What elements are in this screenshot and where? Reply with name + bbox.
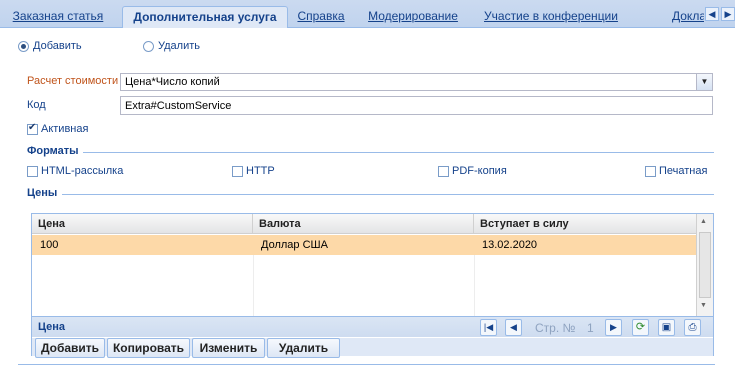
tab-conference[interactable]: Участие в конференции (484, 6, 618, 28)
format-http-checkbox[interactable]: HTTP (232, 165, 275, 177)
checkbox-checked-icon[interactable] (27, 122, 38, 135)
prev-page-icon[interactable]: ◀ (505, 319, 522, 336)
tab-report[interactable]: Доклад (672, 6, 704, 28)
tab-reference[interactable]: Справка (296, 6, 346, 28)
scroll-up-icon[interactable]: ▲ (700, 218, 707, 225)
page-number: 1 (587, 321, 594, 335)
print-icon[interactable]: ⎙ (684, 319, 701, 336)
prices-section-title: Цены (27, 187, 58, 199)
active-checkbox[interactable]: Активная (27, 122, 89, 135)
format-print-checkbox[interactable]: Печатная (645, 165, 707, 177)
checkbox-icon[interactable] (438, 165, 449, 177)
chevron-left-icon[interactable]: ◀ (705, 7, 719, 21)
cell-effective-date: 13.02.2020 (482, 239, 538, 251)
prices-grid: Цена Валюта Вступает в силу 100 Доллар С… (31, 213, 714, 358)
panel-bottom-divider (18, 364, 715, 365)
chevron-down-icon[interactable]: ▼ (696, 74, 712, 90)
copy-price-button[interactable]: Копировать (107, 338, 190, 358)
tab-label: Справка (297, 9, 345, 23)
format-pdf-checkbox[interactable]: PDF-копия (438, 165, 507, 177)
column-header-price[interactable]: Цена (32, 214, 253, 234)
radio-delete-label: Удалить (158, 40, 200, 52)
format-label: HTML-рассылка (41, 165, 124, 177)
column-header-currency[interactable]: Валюта (253, 214, 474, 234)
next-page-icon[interactable]: ▶ (605, 319, 622, 336)
refresh-icon[interactable]: ⟳ (632, 319, 649, 336)
formats-section-title: Форматы (27, 145, 79, 157)
radio-dot-icon[interactable] (143, 40, 154, 52)
checkbox-icon[interactable] (232, 165, 243, 177)
radio-dot-icon[interactable] (18, 40, 29, 52)
code-label: Код (27, 99, 46, 111)
tab-label: Заказная статья (12, 9, 104, 23)
formats-divider (83, 152, 714, 153)
add-price-button[interactable]: Добавить (35, 338, 105, 358)
first-page-icon[interactable]: |◀ (480, 319, 497, 336)
prices-divider (62, 194, 714, 195)
tab-label: Дополнительная услуга (133, 10, 277, 24)
radio-add[interactable]: Добавить (18, 40, 82, 52)
paging-toolbar: Цена |◀ ◀ Стр. № 1 ▶ ⟳ ▣ ⎙ (32, 316, 713, 337)
tab-additional-service[interactable]: Дополнительная услуга (122, 6, 288, 29)
format-html-checkbox[interactable]: HTML-рассылка (27, 165, 123, 177)
cost-calculation-label: Расчет стоимости (27, 75, 119, 87)
additional-service-panel: Добавить Удалить Расчет стоимости Цена*Ч… (0, 28, 735, 374)
delete-price-button[interactable]: Удалить (267, 338, 340, 358)
checkbox-icon[interactable] (645, 165, 656, 177)
radio-add-label: Добавить (33, 40, 82, 52)
grid-scrollbar[interactable]: ▲ ▼ (696, 214, 713, 316)
format-label: PDF-копия (452, 165, 507, 177)
cell-currency: Доллар США (261, 239, 328, 251)
cost-calculation-select[interactable]: Цена*Число копий ▼ (120, 73, 713, 91)
grid-header: Цена Валюта Вступает в силу (32, 214, 696, 234)
scrollbar-thumb[interactable] (699, 232, 711, 298)
cost-calculation-value: Цена*Число копий (125, 76, 220, 88)
column-header-effective-date[interactable]: Вступает в силу (474, 214, 696, 234)
page-label: Стр. № (535, 321, 576, 335)
table-row[interactable]: 100 Доллар США 13.02.2020 (32, 235, 696, 255)
edit-price-button[interactable]: Изменить (192, 338, 265, 358)
tab-label: Доклад (672, 9, 704, 23)
tab-strip: Заказная статья Дополнительная услуга Сп… (0, 0, 735, 29)
save-icon[interactable]: ▣ (658, 319, 675, 336)
column-divider (474, 255, 475, 316)
tab-custom-article[interactable]: Заказная статья (6, 6, 110, 28)
grid-button-bar: Добавить Копировать Изменить Удалить (32, 338, 713, 358)
format-label: Печатная (659, 165, 708, 177)
tab-label: Модерирование (368, 9, 458, 23)
tab-label: Участие в конференции (484, 9, 618, 23)
checkbox-icon[interactable] (27, 165, 38, 177)
cell-price: 100 (40, 239, 59, 251)
format-label: HTTP (246, 165, 275, 177)
tab-moderation[interactable]: Модерирование (366, 6, 460, 28)
radio-delete[interactable]: Удалить (143, 40, 200, 52)
column-divider (253, 255, 254, 316)
code-input[interactable] (120, 96, 713, 115)
paging-title: Цена (38, 321, 66, 333)
active-label: Активная (41, 123, 89, 135)
scroll-down-icon[interactable]: ▼ (700, 302, 707, 309)
chevron-right-icon[interactable]: ▶ (721, 7, 735, 21)
